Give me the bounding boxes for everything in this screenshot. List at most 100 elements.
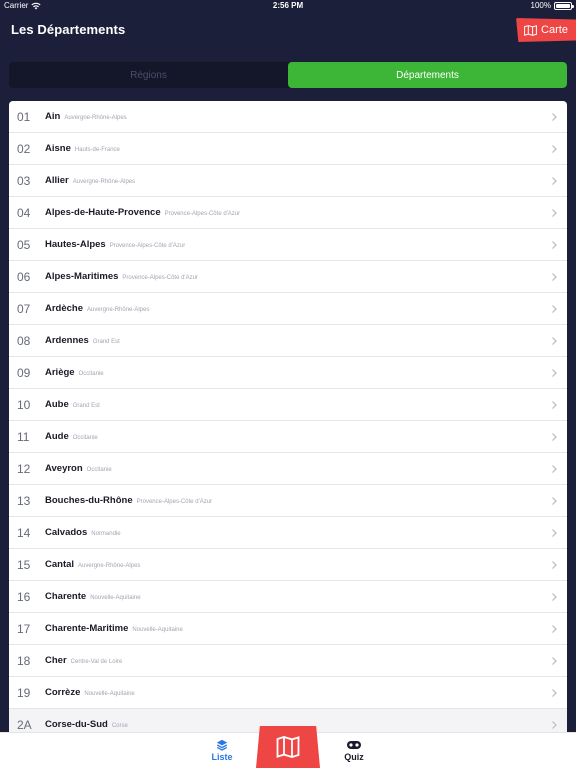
map-icon: [524, 24, 537, 36]
departement-name: Corrèze: [45, 687, 81, 698]
row-code: 06: [17, 269, 31, 284]
region-name: Corse: [111, 723, 128, 729]
chevron-right-icon: [552, 145, 557, 153]
row-text: Charente-Maritime Nouvelle-Aquitaine: [45, 623, 183, 634]
row-code: 08: [17, 333, 31, 348]
tab-carte-button[interactable]: [256, 726, 320, 768]
row-text: Ain Auvergne-Rhône-Alpes: [45, 111, 127, 122]
list-item[interactable]: 03 Allier Auvergne-Rhône-Alpes: [9, 165, 567, 197]
tab-quiz-label: Quiz: [344, 752, 364, 762]
chevron-right-icon: [552, 625, 557, 633]
region-name: Occitanie: [78, 371, 104, 377]
row-code: 03: [17, 173, 31, 188]
region-name: Provence-Alpes-Côte d'Azur: [122, 275, 198, 281]
list-item[interactable]: 13 Bouches-du-Rhône Provence-Alpes-Côte d'…: [9, 485, 567, 517]
list-item[interactable]: 09 Ariège Occitanie: [9, 357, 567, 389]
list-item[interactable]: 10 Aube Grand Est: [9, 389, 567, 421]
departement-name: Alpes-Maritimes: [45, 271, 119, 282]
segmented-control: Régions Départements: [9, 62, 567, 88]
chevron-right-icon: [552, 337, 557, 345]
departement-name: Ariège: [45, 367, 75, 378]
tab-quiz[interactable]: Quiz: [324, 739, 384, 762]
departement-name: Calvados: [45, 527, 88, 538]
row-code: 19: [17, 685, 31, 700]
segment-departements[interactable]: Départements: [288, 62, 567, 88]
row-code: 07: [17, 301, 31, 316]
departement-name: Corse-du-Sud: [45, 719, 108, 730]
departement-name: Charente: [45, 591, 87, 602]
region-name: Normandie: [91, 531, 121, 537]
page-title: Les Départements: [11, 22, 126, 37]
region-name: Nouvelle-Aquitaine: [84, 691, 135, 697]
row-code: 18: [17, 653, 31, 668]
chevron-right-icon: [552, 529, 557, 537]
departement-name: Ardèche: [45, 303, 84, 314]
departement-name: Aube: [45, 399, 69, 410]
chevron-right-icon: [552, 689, 557, 697]
list-item[interactable]: 06 Alpes-Maritimes Provence-Alpes-Côte d'A…: [9, 261, 567, 293]
row-text: Bouches-du-Rhône Provence-Alpes-Côte d'Az…: [45, 495, 212, 506]
list-item[interactable]: 08 Ardennes Grand Est: [9, 325, 567, 357]
map-button[interactable]: Carte: [516, 18, 576, 42]
row-text: Cantal Auvergne-Rhône-Alpes: [45, 559, 140, 570]
region-name: Grand Est: [92, 339, 120, 345]
list-item[interactable]: 12 Aveyron Occitanie: [9, 453, 567, 485]
row-code: 05: [17, 237, 31, 252]
row-code: 10: [17, 397, 31, 412]
list-item[interactable]: 18 Cher Centre-Val de Loire: [9, 645, 567, 677]
list-item[interactable]: 04 Alpes-de-Haute-Provence Provence-Alpes-…: [9, 197, 567, 229]
list-item[interactable]: 07 Ardèche Auvergne-Rhône-Alpes: [9, 293, 567, 325]
layers-icon: [216, 739, 228, 751]
departement-name: Aveyron: [45, 463, 83, 474]
region-name: Occitanie: [86, 467, 112, 473]
segment-regions[interactable]: Régions: [9, 62, 288, 88]
chevron-right-icon: [552, 369, 557, 377]
row-text: Aube Grand Est: [45, 399, 100, 410]
chevron-right-icon: [552, 401, 557, 409]
status-right: 100%: [531, 0, 574, 12]
chevron-right-icon: [552, 721, 557, 729]
region-name: Auvergne-Rhône-Alpes: [64, 115, 127, 121]
chevron-right-icon: [552, 497, 557, 505]
row-code: 01: [17, 109, 31, 124]
row-text: Allier Auvergne-Rhône-Alpes: [45, 175, 135, 186]
departement-name: Ardennes: [45, 335, 89, 346]
region-name: Auvergne-Rhône-Alpes: [78, 563, 141, 569]
departement-name: Cher: [45, 655, 67, 666]
list-item[interactable]: 11 Aude Occitanie: [9, 421, 567, 453]
chevron-right-icon: [552, 465, 557, 473]
list-item[interactable]: 05 Hautes-Alpes Provence-Alpes-Côte d'Azur: [9, 229, 567, 261]
gamepad-icon: [347, 741, 361, 749]
departements-list[interactable]: 01 Ain Auvergne-Rhône-Alpes 02 Aisne Hauts-de…: [9, 101, 567, 732]
departement-name: Allier: [45, 175, 69, 186]
chevron-right-icon: [552, 273, 557, 281]
tab-liste[interactable]: Liste: [192, 739, 252, 762]
region-name: Provence-Alpes-Côte d'Azur: [109, 243, 186, 249]
tab-liste-label: Liste: [211, 752, 233, 762]
row-text: Cher Centre-Val de Loire: [45, 655, 122, 666]
chevron-right-icon: [552, 305, 557, 313]
row-text: Aisne Hauts-de-France: [45, 143, 120, 154]
list-item[interactable]: 14 Calvados Normandie: [9, 517, 567, 549]
battery-icon: [554, 2, 574, 10]
row-code: 2A: [17, 717, 32, 732]
row-code: 13: [17, 493, 31, 508]
row-text: Corrèze Nouvelle-Aquitaine: [45, 687, 135, 698]
row-text: Hautes-Alpes Provence-Alpes-Côte d'Azur: [45, 239, 185, 250]
status-time: 2:56 PM: [272, 1, 304, 10]
list-item[interactable]: 01 Ain Auvergne-Rhône-Alpes: [9, 101, 567, 133]
row-text: Aveyron Occitanie: [45, 463, 112, 474]
departement-name: Ain: [45, 111, 61, 122]
region-name: Nouvelle-Aquitaine: [90, 595, 141, 601]
departement-name: Hautes-Alpes: [45, 239, 106, 250]
list-item[interactable]: 19 Corrèze Nouvelle-Aquitaine: [9, 677, 567, 709]
list-item[interactable]: 15 Cantal Auvergne-Rhône-Alpes: [9, 549, 567, 581]
status-bar: Carrier 2:56 PM 100%: [0, 0, 576, 12]
departement-name: Charente-Maritime: [45, 623, 129, 634]
chevron-right-icon: [552, 657, 557, 665]
list-item[interactable]: 16 Charente Nouvelle-Aquitaine: [9, 581, 567, 613]
region-name: Centre-Val de Loire: [70, 659, 123, 665]
chevron-right-icon: [552, 209, 557, 217]
list-item[interactable]: 17 Charente-Maritime Nouvelle-Aquitaine: [9, 613, 567, 645]
list-item[interactable]: 02 Aisne Hauts-de-France: [9, 133, 567, 165]
